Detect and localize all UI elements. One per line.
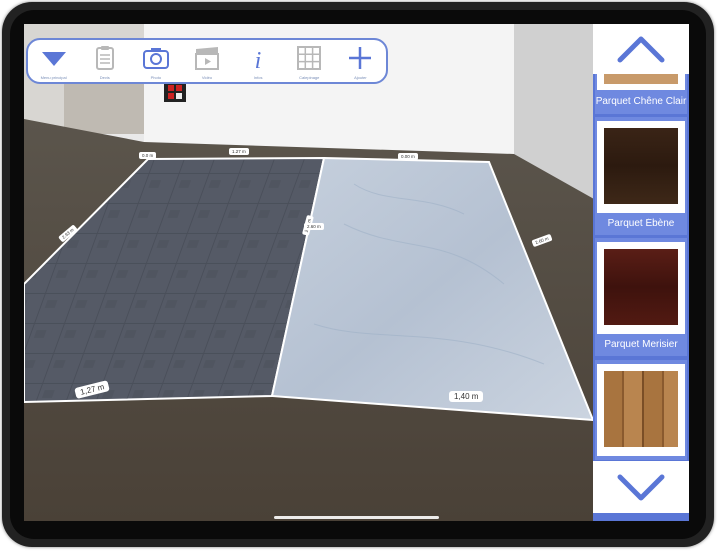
info-icon: i — [255, 48, 262, 72]
material-item-ebene[interactable]: Parquet Ébène — [595, 117, 687, 235]
layout-button[interactable]: Calepinage — [284, 40, 335, 84]
clipboard-icon — [95, 46, 114, 70]
layout-label: Calepinage — [299, 75, 320, 80]
photo-button[interactable]: Photo — [130, 40, 181, 84]
material-item-merisier[interactable]: Parquet Merisier — [595, 238, 687, 356]
material-swatch — [604, 74, 678, 84]
ar-screen: 0.0 m 1.27 m 2.93 m 2.60 m 1,27 m 0.00 m… — [24, 24, 689, 521]
chevron-up-icon — [617, 36, 665, 63]
camera-scene — [24, 24, 689, 521]
menu-label: Menu principal — [40, 75, 67, 80]
material-swatch — [604, 249, 678, 325]
photo-label: Photo — [150, 75, 162, 80]
chevron-down-icon — [617, 474, 665, 501]
dim-label-light-left: 2.60 m — [304, 223, 324, 230]
material-label: Parquet Chêne Clair — [595, 96, 687, 107]
menu-button[interactable]: Menu principal — [28, 40, 79, 84]
dim-label-dark-top: 1.27 m — [229, 148, 249, 155]
add-button[interactable]: Ajouter — [335, 40, 386, 84]
material-swatch — [604, 371, 678, 447]
clapperboard-icon — [194, 47, 219, 70]
material-label: Parquet Ébène — [607, 218, 675, 229]
scroll-up-button[interactable] — [593, 24, 689, 74]
quote-label: Devis — [99, 75, 110, 80]
add-label: Ajouter — [354, 75, 367, 80]
video-button[interactable]: Vidéo — [181, 40, 232, 84]
dim-label-light-top: 0.00 m — [398, 153, 418, 160]
camera-icon — [142, 48, 169, 69]
material-label: Parquet Merisier — [604, 339, 678, 350]
dim-label-light-bottom: 1,40 m — [449, 391, 484, 402]
material-item-chene-clair[interactable]: Parquet Chêne Clair — [595, 74, 687, 114]
info-label: Infos — [253, 75, 263, 80]
video-label: Vidéo — [201, 75, 213, 80]
materials-panel: Parquet Chêne Clair Parquet Ébène Parque… — [593, 24, 689, 521]
grid-icon — [297, 46, 322, 70]
triangle-down-icon — [41, 52, 66, 66]
home-indicator[interactable] — [274, 516, 439, 519]
material-swatch — [604, 128, 678, 204]
dim-label-dark-top-left: 0.0 m — [139, 152, 157, 159]
svg-text:i: i — [255, 48, 262, 72]
main-toolbar: Menu principal Devis Photo Vidéo i Infos… — [26, 38, 388, 84]
quote-button[interactable]: Devis — [79, 40, 130, 84]
scroll-down-button[interactable] — [593, 461, 689, 513]
plus-icon — [349, 47, 372, 69]
material-item-parquet[interactable] — [595, 360, 687, 460]
info-button[interactable]: i Infos — [233, 40, 284, 84]
